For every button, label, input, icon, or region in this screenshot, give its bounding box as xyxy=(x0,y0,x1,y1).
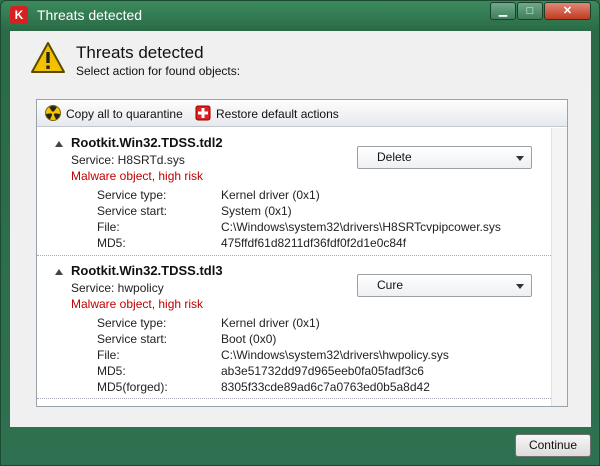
toolbar: Copy all to quarantine Restore default a… xyxy=(37,100,567,127)
threat-service: Service: hwpolicy xyxy=(71,281,164,295)
threat-item: Rootkit.Win32.TDSS.tdl2 Service: H8SRTd.… xyxy=(37,128,551,254)
detail-value: ab3e51732dd97d965eeb0fa05fadf3c6 xyxy=(221,364,424,378)
collapse-icon[interactable] xyxy=(55,269,63,275)
list-divider xyxy=(37,398,551,399)
vertical-scrollbar[interactable] xyxy=(551,128,567,406)
detail-label: Service type: xyxy=(97,316,167,330)
detail-value: Kernel driver (0x1) xyxy=(221,316,320,330)
radiation-icon xyxy=(45,105,61,121)
threat-name: Rootkit.Win32.TDSS.tdl3 xyxy=(71,263,223,278)
detail-label: MD5: xyxy=(97,236,126,250)
action-select[interactable]: Cure xyxy=(357,274,532,297)
threat-name: Rootkit.Win32.TDSS.tdl2 xyxy=(71,135,223,150)
detail-label: MD5: xyxy=(97,364,126,378)
threat-item: Rootkit.Win32.TDSS.tdl3 Service: hwpolic… xyxy=(37,255,551,397)
collapse-icon[interactable] xyxy=(55,141,63,147)
restore-defaults-label: Restore default actions xyxy=(216,107,339,121)
copy-all-label: Copy all to quarantine xyxy=(66,107,183,121)
detail-label: File: xyxy=(97,348,120,362)
threat-risk: Malware object, high risk xyxy=(71,169,204,183)
app-window: K Threats detected ▁ □ ✕ Threats detecte… xyxy=(0,0,600,466)
detail-label: MD5(forged): xyxy=(97,380,168,394)
page-title: Threats detected xyxy=(76,43,204,62)
chevron-down-icon xyxy=(516,156,524,161)
detail-value: System (0x1) xyxy=(221,204,292,218)
detail-label: Service type: xyxy=(97,188,167,202)
dialog-body: Threats detected Select action for found… xyxy=(10,31,591,457)
detail-label: Service start: xyxy=(97,204,168,218)
detail-value: Boot (0x0) xyxy=(221,332,277,346)
threat-list: Rootkit.Win32.TDSS.tdl2 Service: H8SRTd.… xyxy=(37,128,551,406)
action-selected-value: Cure xyxy=(377,278,404,292)
action-selected-value: Delete xyxy=(377,150,412,164)
copy-all-to-quarantine-button[interactable]: Copy all to quarantine xyxy=(45,105,183,123)
continue-button[interactable]: Continue xyxy=(515,434,591,457)
threats-panel: Copy all to quarantine Restore default a… xyxy=(36,99,568,407)
action-select[interactable]: Delete xyxy=(357,146,532,169)
threat-risk: Malware object, high risk xyxy=(71,297,204,311)
close-button[interactable]: ✕ xyxy=(544,2,591,20)
title-bar[interactable]: K Threats detected ▁ □ ✕ xyxy=(1,1,599,29)
minimize-button[interactable]: ▁ xyxy=(490,2,516,20)
maximize-button[interactable]: □ xyxy=(517,2,543,20)
detail-value: C:\Windows\system32\drivers\hwpolicy.sys xyxy=(221,348,449,362)
detail-value: 475ffdf61d8211df36fdf0f2d1e0c84f xyxy=(221,236,407,250)
detail-value: C:\Windows\system32\drivers\H8SRTcvpipco… xyxy=(221,220,501,234)
window-title: Threats detected xyxy=(37,7,143,23)
detail-value: 8305f33cde89ad6c7a0763ed0b5a8d42 xyxy=(221,380,430,394)
detail-label: Service start: xyxy=(97,332,168,346)
detail-value: Kernel driver (0x1) xyxy=(221,188,320,202)
detail-label: File: xyxy=(97,220,120,234)
warning-icon xyxy=(31,42,65,73)
threat-service: Service: H8SRTd.sys xyxy=(71,153,185,167)
chevron-down-icon xyxy=(516,284,524,289)
restore-default-actions-button[interactable]: Restore default actions xyxy=(195,105,339,123)
first-aid-icon xyxy=(195,105,211,121)
page-subtitle: Select action for found objects: xyxy=(76,64,241,78)
kaspersky-logo-icon: K xyxy=(10,6,28,24)
